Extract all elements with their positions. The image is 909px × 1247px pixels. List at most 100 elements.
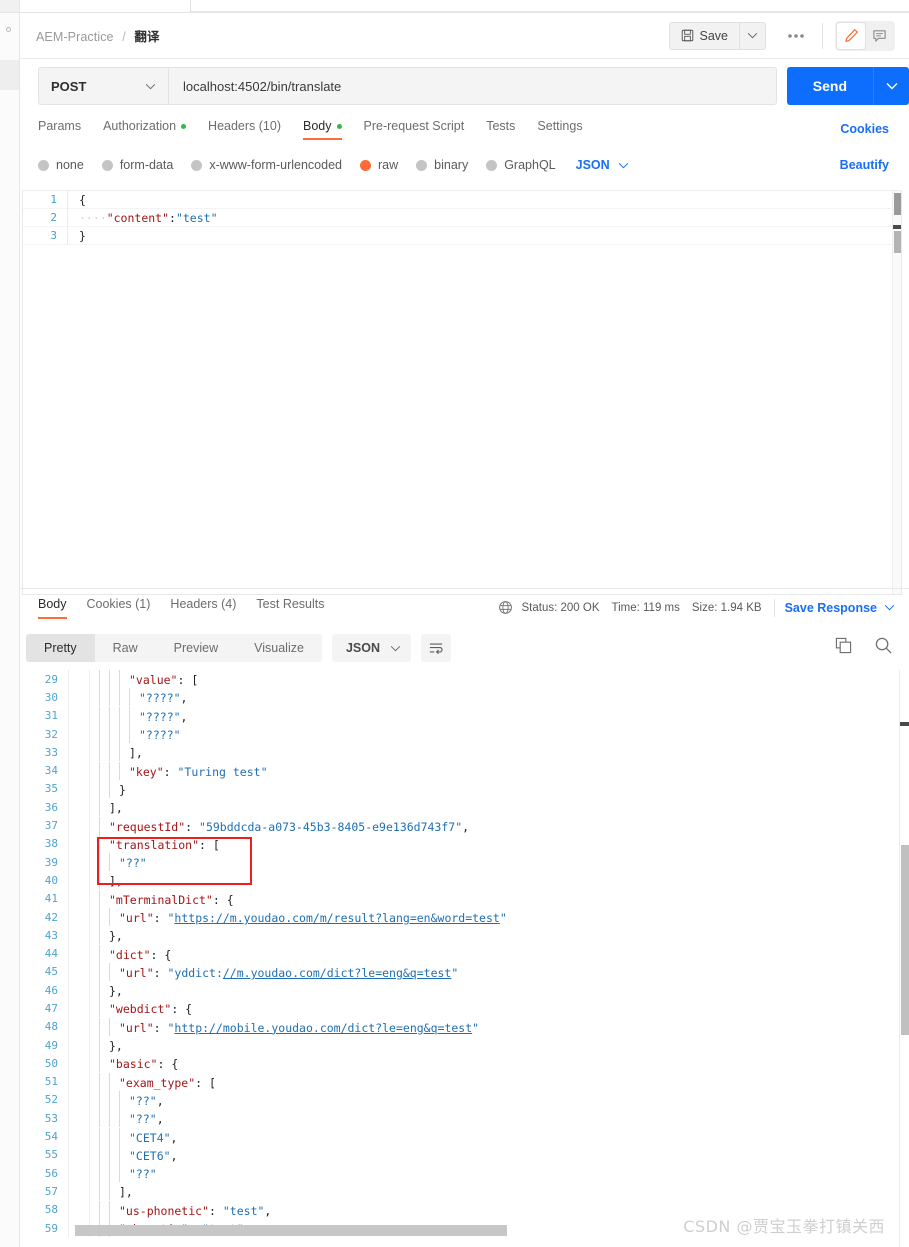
- view-mode-preview[interactable]: Preview: [156, 634, 236, 662]
- chevron-down-icon[interactable]: [884, 604, 895, 611]
- scrollbar-thumb-secondary[interactable]: [894, 231, 901, 253]
- workspace-tabstrip[interactable]: [20, 0, 909, 13]
- view-mode-pretty[interactable]: Pretty: [26, 634, 95, 662]
- code-fold-gutter[interactable]: [68, 816, 90, 835]
- view-mode-visualize[interactable]: Visualize: [236, 634, 322, 662]
- send-button[interactable]: Send: [786, 67, 873, 105]
- code-fold-gutter[interactable]: [68, 798, 90, 817]
- url-link[interactable]: https://m.youdao.com/m/result?lang=en&wo…: [174, 911, 499, 925]
- response-horizontal-scrollbar-thumb[interactable]: [75, 1225, 507, 1236]
- token: },: [109, 1039, 123, 1054]
- code-fold-gutter[interactable]: [68, 944, 90, 963]
- token: "??": [129, 1167, 157, 1182]
- code-fold-gutter[interactable]: [68, 670, 90, 689]
- tab-params[interactable]: Params: [38, 119, 81, 140]
- token: "??": [129, 1093, 157, 1108]
- code-line: 38 "translation": [: [20, 834, 909, 853]
- body-type-none[interactable]: none: [38, 158, 84, 172]
- code-fold-gutter[interactable]: [68, 871, 90, 890]
- breadcrumb-collection[interactable]: AEM-Practice: [36, 30, 114, 44]
- copy-button[interactable]: [835, 637, 852, 659]
- token: :: [212, 892, 227, 907]
- response-tab-headers[interactable]: Headers (4): [170, 597, 236, 619]
- code-fold-gutter[interactable]: [68, 724, 90, 744]
- body-type-raw[interactable]: raw: [360, 158, 398, 172]
- scrollbar-thumb[interactable]: [894, 193, 901, 215]
- code-fold-gutter[interactable]: [68, 1109, 90, 1128]
- http-method-select[interactable]: POST: [38, 67, 168, 105]
- tab-body[interactable]: Body: [303, 119, 342, 140]
- scrollbar-thumb[interactable]: [901, 845, 909, 1035]
- code-fold-gutter[interactable]: [68, 706, 90, 725]
- save-response-button[interactable]: Save Response: [785, 601, 877, 615]
- response-tab-body[interactable]: Body: [38, 597, 67, 619]
- body-type-graphql[interactable]: GraphQL: [486, 158, 556, 172]
- tab-authorization[interactable]: Authorization: [103, 119, 187, 140]
- response-vertical-scrollbar[interactable]: [899, 670, 909, 1247]
- indent-guide: [99, 1200, 109, 1219]
- edit-mode-button[interactable]: [837, 22, 865, 49]
- code-fold-gutter[interactable]: [68, 779, 90, 799]
- cookies-link[interactable]: Cookies: [840, 122, 889, 136]
- code-fold-gutter[interactable]: [68, 999, 90, 1018]
- code-fold-gutter[interactable]: [68, 1017, 90, 1036]
- request-url-input[interactable]: localhost:4502/bin/translate: [168, 67, 777, 105]
- search-button[interactable]: [874, 636, 893, 660]
- code-fold-gutter[interactable]: [68, 1182, 90, 1201]
- url-link[interactable]: //m.youdao.com/dict?le=eng&q=test: [223, 966, 451, 980]
- url-link[interactable]: http://mobile.youdao.com/dict?le=eng&q=t…: [174, 1021, 472, 1035]
- code-fold-gutter[interactable]: [68, 962, 90, 982]
- toolbar-divider: [822, 22, 823, 49]
- line-number: 48: [44, 1020, 58, 1034]
- code-fold-gutter[interactable]: [68, 688, 90, 707]
- word-wrap-icon: [429, 643, 443, 655]
- tab-tests[interactable]: Tests: [486, 119, 515, 140]
- code-line: 36],: [20, 798, 909, 817]
- response-tab-cookies[interactable]: Cookies (1): [87, 597, 151, 619]
- code-fold-gutter[interactable]: [68, 889, 90, 908]
- body-type-urlencoded[interactable]: x-www-form-urlencoded: [191, 158, 342, 172]
- code-fold-gutter[interactable]: [68, 834, 90, 853]
- more-actions-button[interactable]: [782, 22, 810, 50]
- save-options-button[interactable]: [739, 21, 766, 50]
- code-text: "requestId": "59bddcda-a073-45b3-8405-e9…: [90, 816, 469, 835]
- body-type-form-data[interactable]: form-data: [101, 158, 173, 172]
- body-format-select[interactable]: JSON: [576, 158, 629, 172]
- code-fold-gutter[interactable]: [68, 1164, 90, 1183]
- response-tab-test-results[interactable]: Test Results: [256, 597, 324, 619]
- token: {: [164, 947, 172, 962]
- code-fold-gutter[interactable]: [68, 981, 90, 1000]
- request-body-editor[interactable]: 1{2 ····"content":"test" 3}: [22, 190, 902, 595]
- code-fold-gutter[interactable]: [68, 852, 90, 872]
- body-type-binary[interactable]: binary: [416, 158, 468, 172]
- word-wrap-button[interactable]: [421, 634, 451, 662]
- view-mode-raw[interactable]: Raw: [95, 634, 156, 662]
- indent-guide: [109, 1072, 119, 1091]
- code-fold-gutter[interactable]: [68, 1054, 90, 1073]
- send-options-button[interactable]: [873, 67, 909, 105]
- code-fold-gutter[interactable]: [68, 1200, 90, 1219]
- code-fold-gutter[interactable]: [68, 926, 90, 945]
- save-button[interactable]: Save: [668, 21, 739, 50]
- code-fold-gutter[interactable]: [68, 1145, 90, 1165]
- code-fold-gutter[interactable]: [68, 1090, 90, 1110]
- copy-icon: [835, 637, 852, 654]
- body-type-binary-label: binary: [434, 158, 469, 172]
- code-fold-gutter[interactable]: [68, 1035, 90, 1055]
- code-fold-gutter[interactable]: [68, 907, 90, 927]
- response-body-viewer[interactable]: 29 "value": [30 "????", 31 "????", 32 "????" 33…: [20, 670, 909, 1247]
- beautify-link[interactable]: Beautify: [840, 158, 889, 172]
- tab-settings[interactable]: Settings: [537, 119, 582, 140]
- code-fold-gutter[interactable]: [68, 1072, 90, 1091]
- request-editor-scrollbar[interactable]: [892, 191, 901, 594]
- tab-headers[interactable]: Headers (10): [208, 119, 281, 140]
- indent-guide: [109, 779, 119, 798]
- code-fold-gutter[interactable]: [68, 743, 90, 762]
- code-text: "url": "https://m.youdao.com/m/result?la…: [90, 908, 507, 926]
- response-format-select[interactable]: JSON: [331, 634, 411, 662]
- code-fold-gutter[interactable]: [68, 1127, 90, 1146]
- tab-pre-request-script[interactable]: Pre-request Script: [364, 119, 465, 140]
- code-fold-gutter[interactable]: [68, 761, 90, 780]
- comment-button[interactable]: [865, 23, 893, 49]
- indent-guide: [119, 1164, 129, 1183]
